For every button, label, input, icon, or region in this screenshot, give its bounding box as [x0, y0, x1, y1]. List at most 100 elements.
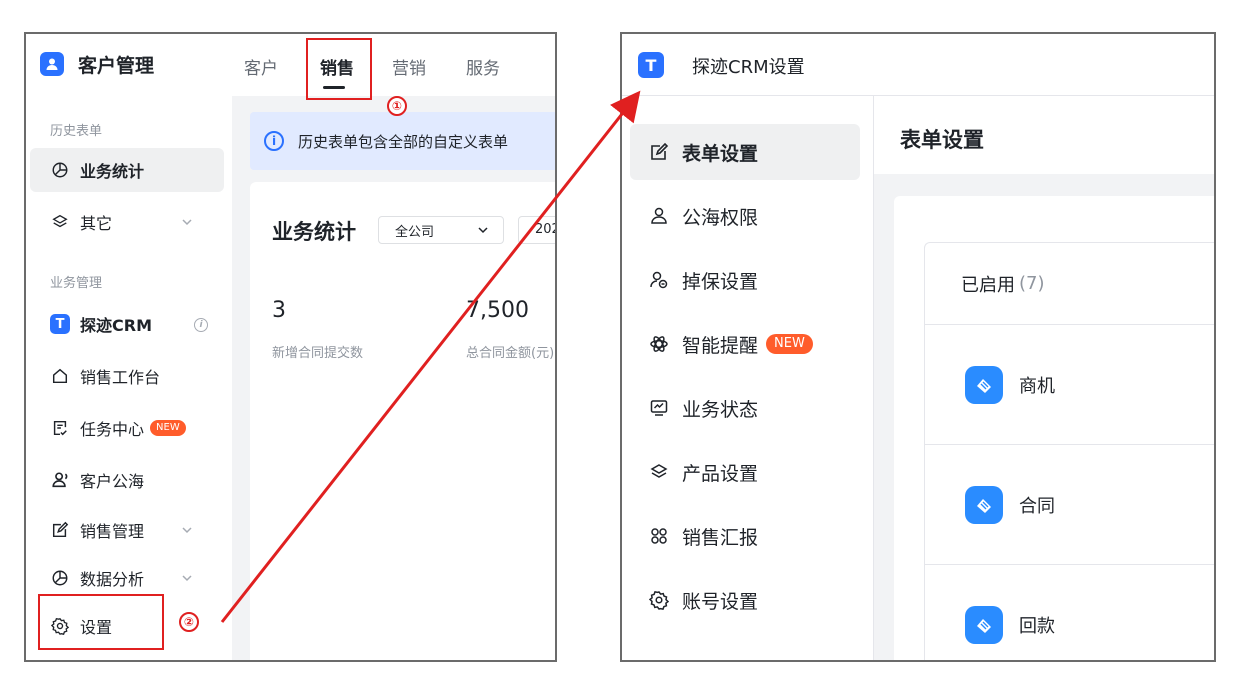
pie-chart-icon — [50, 160, 70, 180]
sidebar-item-label: 客户公海 — [80, 472, 145, 491]
sidebar-item-label: 表单设置 — [682, 142, 759, 165]
section-business-management: 业务管理 — [50, 276, 103, 291]
layers-icon — [50, 212, 70, 232]
window-title: 探迹CRM设置 — [692, 57, 805, 78]
sidebar-item-label: 任务中心 — [80, 420, 145, 439]
annotation-number-1: ① — [387, 96, 407, 116]
sidebar-item-label: 其它 — [80, 214, 113, 233]
sidebar-item-other[interactable]: 其它 — [30, 200, 224, 244]
list-item[interactable]: 回款 — [925, 565, 1214, 660]
sidebar-item-business-stats[interactable]: 业务统计 — [30, 148, 224, 192]
sidebar-item-label: 销售汇报 — [682, 526, 759, 549]
sidebar-item-label: 产品设置 — [682, 462, 759, 485]
sidebar-item-label: 探迹CRM — [80, 316, 152, 335]
new-badge: NEW — [150, 420, 186, 436]
left-main-content: i 历史表单包含全部的自定义表单 业务统计 全公司 202 3 新增合同提交数 … — [232, 96, 555, 660]
info-banner: i 历史表单包含全部的自定义表单 — [250, 112, 555, 170]
list-item[interactable]: 合同 — [925, 445, 1214, 565]
chevron-down-icon — [182, 527, 192, 534]
sidebar-item-account-settings[interactable]: 账号设置 — [630, 572, 860, 628]
sidebar-item-form-settings[interactable]: 表单设置 — [630, 124, 860, 180]
sidebar-item-task-center[interactable]: 任务中心 NEW — [30, 406, 224, 450]
sidebar-item-sales-management[interactable]: 销售管理 — [30, 508, 224, 552]
edit-icon — [50, 520, 70, 540]
list-item-label: 合同 — [1019, 495, 1055, 517]
form-edit-icon — [648, 141, 670, 163]
monitor-icon — [648, 397, 670, 419]
banner-text: 历史表单包含全部的自定义表单 — [298, 132, 509, 151]
info-icon[interactable]: i — [194, 318, 208, 332]
settings-header: 表单设置 — [874, 96, 1214, 174]
sidebar-item-sales-report[interactable]: 销售汇报 — [630, 508, 860, 564]
chevron-down-icon — [182, 575, 192, 582]
form-list-container: 已启用 (7) 商机 合同 回款 — [894, 196, 1214, 660]
sidebar-item-label: 业务状态 — [682, 398, 759, 421]
user-group-icon — [648, 205, 670, 227]
list-header: 已启用 (7) — [925, 243, 1214, 325]
user-shield-icon — [648, 269, 670, 291]
enabled-form-list: 已启用 (7) 商机 合同 回款 — [924, 242, 1214, 660]
tanji-logo-icon: T — [50, 314, 70, 334]
new-badge: NEW — [766, 334, 813, 354]
app-title: 客户管理 — [78, 55, 155, 77]
sidebar-item-label: 数据分析 — [80, 570, 145, 589]
list-item[interactable]: 商机 — [925, 325, 1214, 445]
list-item-label: 回款 — [1019, 615, 1055, 637]
section-history-forms: 历史表单 — [50, 124, 103, 139]
tanji-logo-icon: T — [638, 52, 664, 78]
sidebar-item-label: 掉保设置 — [682, 270, 759, 293]
right-screenshot-panel: T 探迹CRM设置 表单设置 公海权限 掉保设置 智能提醒 NEW 业务状态 产… — [620, 32, 1216, 662]
scope-select[interactable]: 全公司 — [378, 216, 504, 244]
bell-smart-icon — [648, 333, 670, 355]
form-type-icon — [965, 485, 1003, 524]
sidebar-item-drop-settings[interactable]: 掉保设置 — [630, 252, 860, 308]
sidebar-item-label: 销售工作台 — [80, 368, 161, 387]
sidebar-item-label: 公海权限 — [682, 206, 759, 229]
sidebar-item-customer-pool[interactable]: 客户公海 — [30, 458, 224, 502]
sidebar-item-label: 业务统计 — [80, 162, 145, 181]
annotation-box-sales-tab — [306, 38, 372, 100]
sidebar-item-smart-reminder[interactable]: 智能提醒 NEW — [630, 316, 860, 372]
sidebar-item-sales-workbench[interactable]: 销售工作台 — [30, 354, 224, 398]
list-header-count: (7) — [1019, 273, 1045, 294]
chevron-down-icon — [182, 219, 192, 226]
stats-card: 业务统计 全公司 202 3 新增合同提交数 7,500 总合同金额(元) — [250, 182, 555, 660]
home-icon — [50, 366, 70, 386]
info-icon: i — [264, 131, 284, 151]
sidebar-item-pool-permissions[interactable]: 公海权限 — [630, 188, 860, 244]
tab-marketing[interactable]: 营销 — [392, 54, 426, 79]
settings-sidebar: 表单设置 公海权限 掉保设置 智能提醒 NEW 业务状态 产品设置 销售汇报 账… — [622, 96, 874, 660]
grid-icon — [648, 525, 670, 547]
metric-label-contracts: 新增合同提交数 — [272, 346, 364, 361]
tab-service[interactable]: 服务 — [466, 54, 500, 79]
form-type-icon — [965, 365, 1003, 404]
list-header-label: 已启用 — [961, 274, 1015, 296]
sidebar-item-label: 智能提醒 — [682, 334, 759, 357]
chevron-down-icon — [478, 227, 488, 234]
list-item-label: 商机 — [1019, 375, 1055, 397]
task-icon — [50, 418, 70, 438]
sidebar-item-business-status[interactable]: 业务状态 — [630, 380, 860, 436]
sidebar-item-tanji-crm[interactable]: T 探迹CRM i — [30, 302, 224, 346]
top-navigation-bar: 客户管理 客户 销售 营销 服务 — [26, 34, 555, 96]
sidebar-item-product-settings[interactable]: 产品设置 — [630, 444, 860, 500]
metric-value-contracts: 3 — [272, 298, 286, 323]
tab-customer[interactable]: 客户 — [244, 54, 278, 79]
settings-main: 表单设置 已启用 (7) 商机 合同 回款 — [874, 96, 1214, 660]
pie-chart-icon — [50, 568, 70, 588]
left-sidebar: 历史表单 业务统计 其它 业务管理 T 探迹CRM i 销售工作台 任务中心 N… — [26, 96, 232, 660]
annotation-box-settings — [38, 594, 164, 650]
app-logo-icon — [40, 52, 64, 76]
metric-label-amount: 总合同金额(元) — [466, 346, 555, 361]
left-screenshot-panel: 客户管理 客户 销售 营销 服务 历史表单 业务统计 其它 业务管理 T 探迹C… — [24, 32, 557, 662]
select-value: 全公司 — [395, 224, 435, 240]
metric-value-amount: 7,500 — [466, 298, 529, 323]
sidebar-item-label: 销售管理 — [80, 522, 145, 541]
date-select[interactable]: 202 — [518, 216, 555, 244]
card-title: 业务统计 — [272, 220, 356, 244]
form-type-icon — [965, 605, 1003, 644]
users-icon — [50, 470, 70, 490]
page-title: 表单设置 — [900, 128, 984, 152]
settings-title-bar: T 探迹CRM设置 — [622, 34, 1214, 96]
sidebar-item-label: 账号设置 — [682, 590, 759, 613]
